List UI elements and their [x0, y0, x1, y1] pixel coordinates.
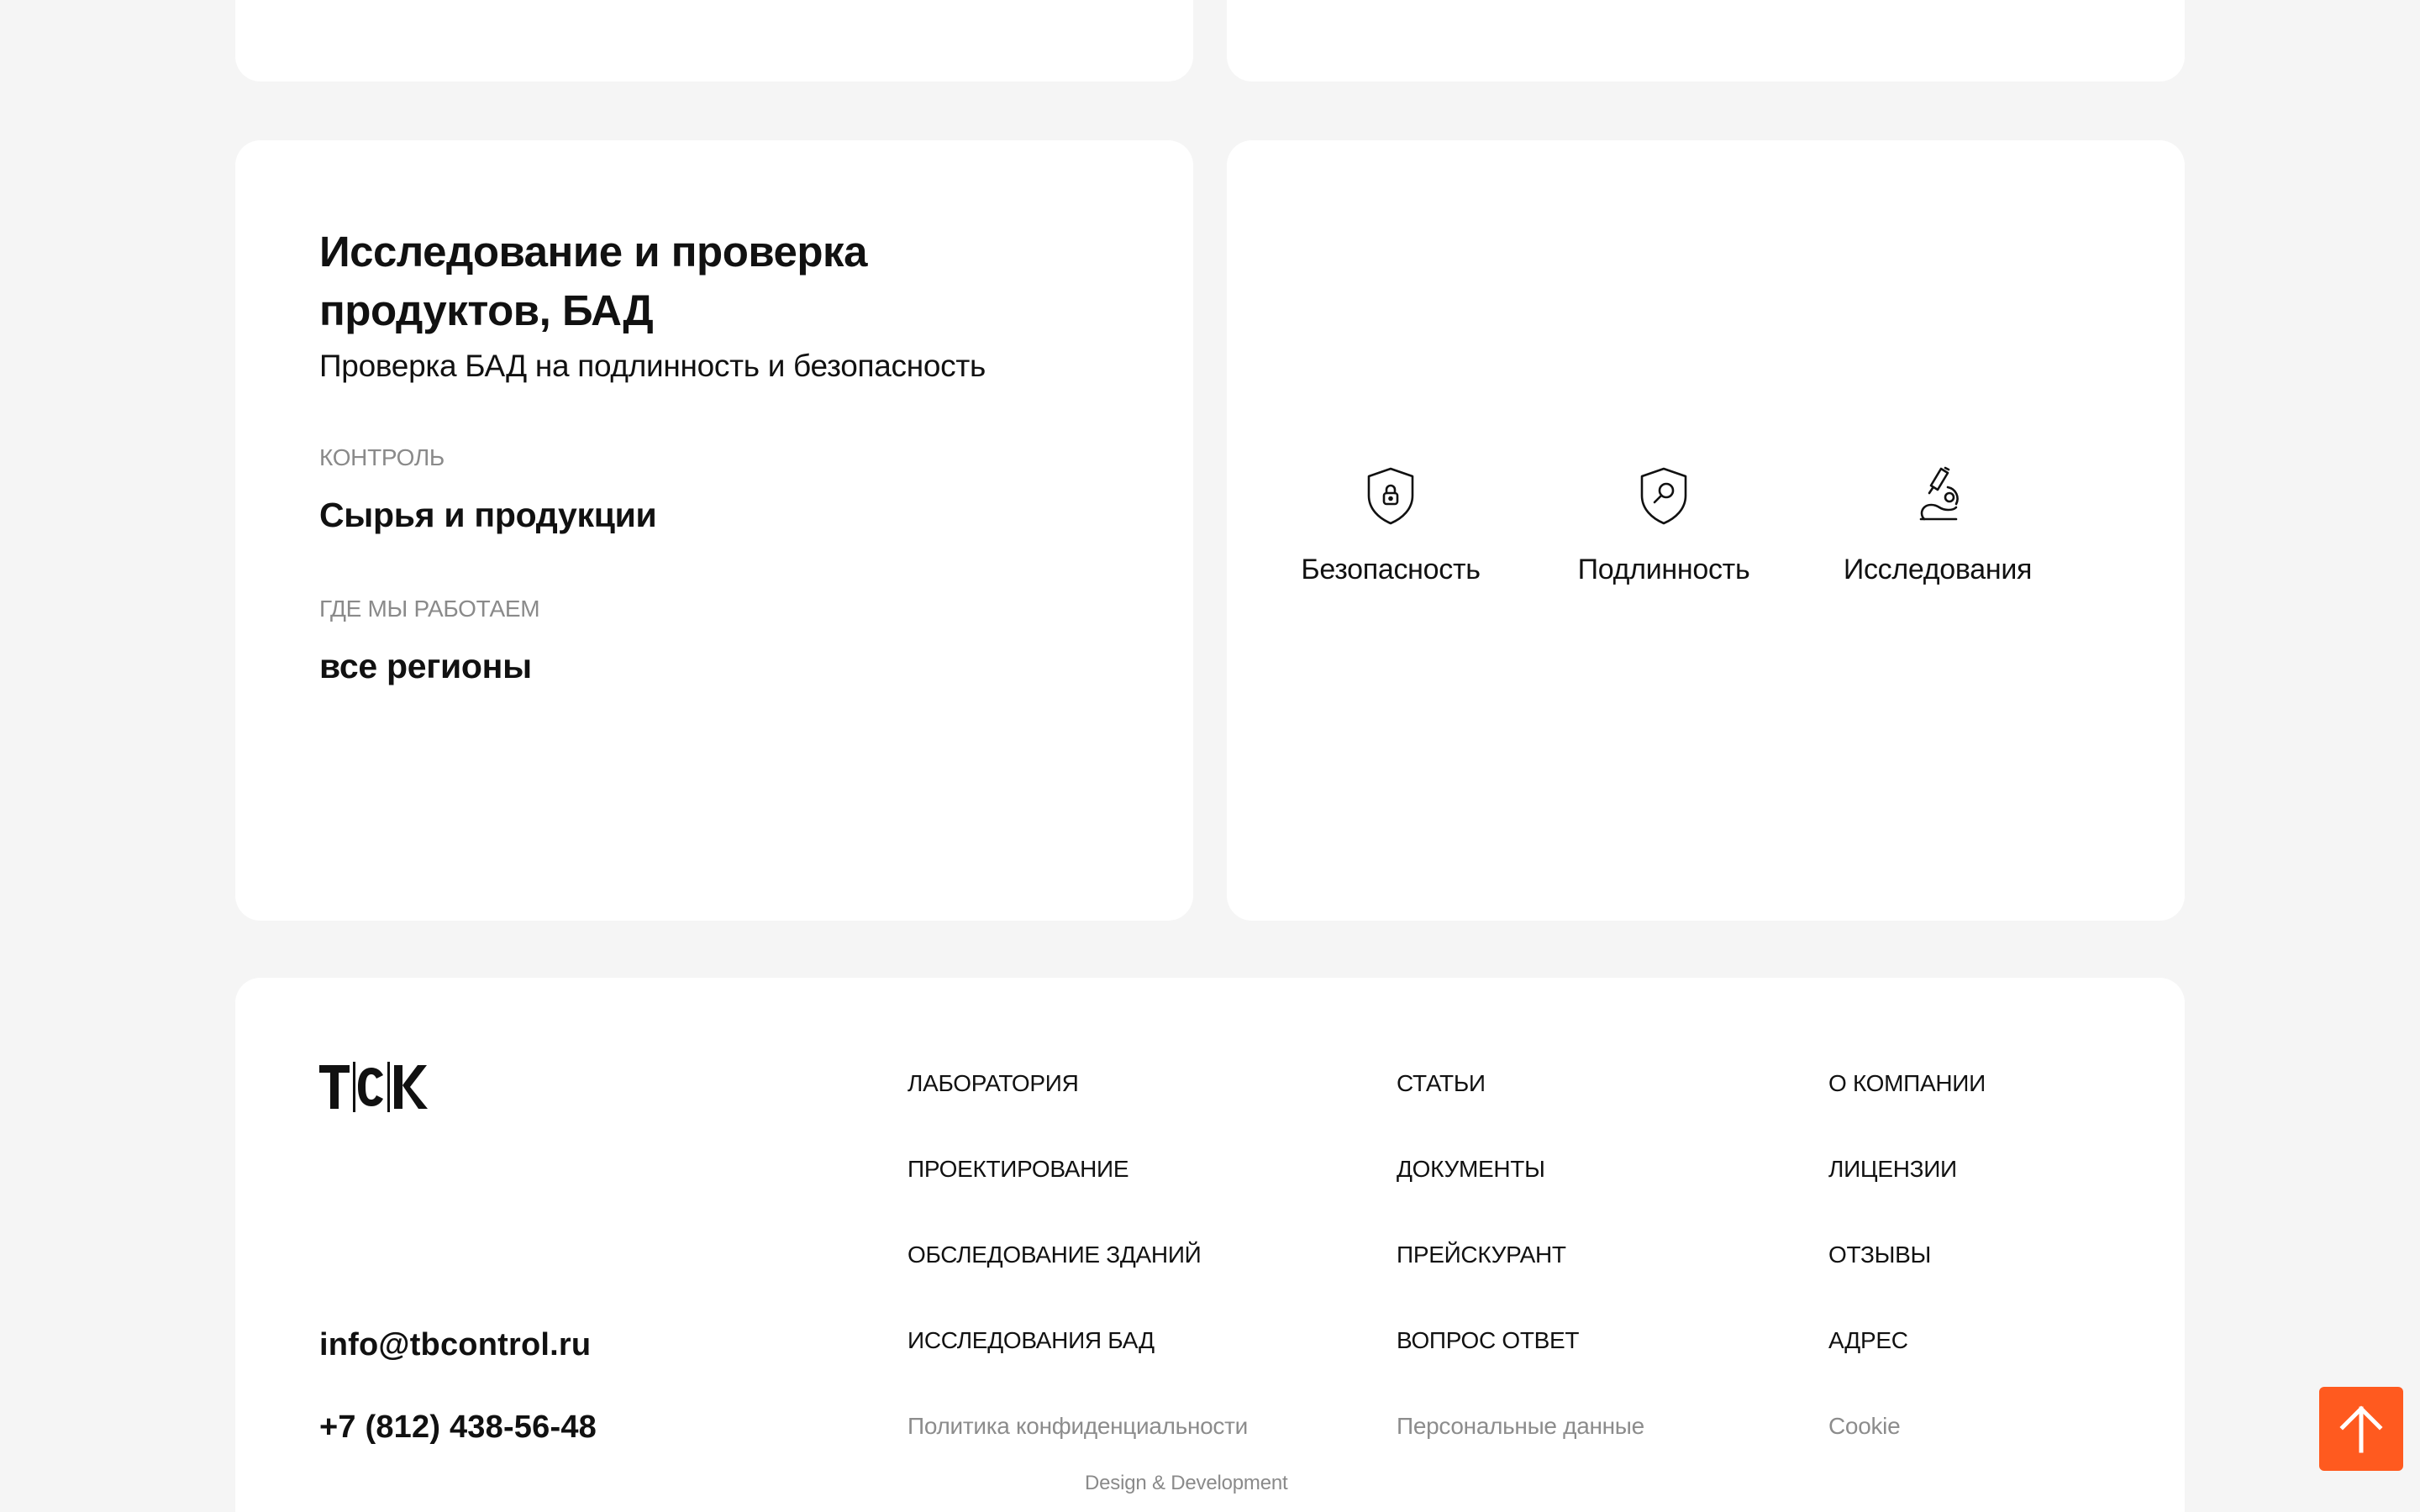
footer-nav-column-2: СТАТЬИ ДОКУМЕНТЫ ПРЕЙСКУРАНТ ВОПРОС ОТВЕ… [1397, 1067, 1644, 1495]
shield-lock-icon [1367, 467, 1414, 525]
microscope-icon [1919, 466, 1959, 521]
feature-label: Исследования [1843, 554, 2033, 585]
feature-label: Подлинность [1577, 554, 1750, 585]
page: Исследование и проверка продуктов, БАД П… [0, 0, 2420, 1512]
card-top-left [235, 0, 1193, 81]
where-label: ГДЕ МЫ РАБОТАЕМ [319, 596, 540, 622]
contact-email[interactable]: info@tbcontrol.ru [319, 1324, 591, 1366]
feature-safety: Безопасность [1265, 462, 1517, 588]
footer-nav-column-1: ЛАБОРАТОРИЯ ПРОЕКТИРОВАНИЕ ОБСЛЕДОВАНИЕ … [908, 1067, 1248, 1495]
nav-link-documents[interactable]: ДОКУМЕНТЫ [1397, 1152, 1644, 1238]
control-label: КОНТРОЛЬ [319, 444, 445, 470]
control-value: Сырья и продукции [319, 496, 657, 534]
scroll-to-top-button[interactable] [2319, 1387, 2403, 1471]
nav-link-laboratory[interactable]: ЛАБОРАТОРИЯ [908, 1067, 1248, 1152]
nav-link-address[interactable]: АДРЕС [1828, 1324, 1986, 1410]
nav-link-supplements-research[interactable]: ИССЛЕДОВАНИЯ БАД [908, 1324, 1248, 1410]
card-top-right [1227, 0, 2185, 81]
company-logo[interactable] [319, 1062, 429, 1112]
features-card: Безопасность Подлинность Исследования [1227, 140, 2185, 921]
nav-link-reviews[interactable]: ОТЗЫВЫ [1828, 1238, 1986, 1324]
personal-data-link[interactable]: Персональные данные [1397, 1410, 1644, 1495]
nav-link-articles[interactable]: СТАТЬИ [1397, 1067, 1644, 1152]
feature-research: Исследования [1812, 462, 2064, 588]
nav-link-licenses[interactable]: ЛИЦЕНЗИИ [1828, 1152, 1986, 1238]
cookie-link[interactable]: Cookie [1828, 1410, 1986, 1495]
footer-nav-column-3: О КОМПАНИИ ЛИЦЕНЗИИ ОТЗЫВЫ АДРЕС Cookie [1828, 1067, 1986, 1495]
feature-authenticity: Подлинность [1538, 462, 1790, 588]
feature-label: Безопасность [1301, 554, 1481, 585]
nav-link-design[interactable]: ПРОЕКТИРОВАНИЕ [908, 1152, 1248, 1238]
footer: info@tbcontrol.ru +7 (812) 438-56-48 ЛАБ… [235, 978, 2185, 1512]
service-title: Исследование и проверка продуктов, БАД [319, 228, 867, 334]
shield-magnifier-icon [1640, 467, 1687, 525]
nav-link-building-survey[interactable]: ОБСЛЕДОВАНИЕ ЗДАНИЙ [908, 1238, 1248, 1324]
service-info-card: Исследование и проверка продуктов, БАД П… [235, 140, 1193, 921]
nav-link-price-list[interactable]: ПРЕЙСКУРАНТ [1397, 1238, 1644, 1324]
nav-link-faq[interactable]: ВОПРОС ОТВЕТ [1397, 1324, 1644, 1410]
service-subtitle: Проверка БАД на подлинность и безопаснос… [319, 349, 986, 383]
contact-phone[interactable]: +7 (812) 438-56-48 [319, 1406, 597, 1448]
arrow-up-icon [2339, 1405, 2383, 1453]
design-credit[interactable]: Design & Development [1085, 1471, 1288, 1496]
where-value: все регионы [319, 647, 532, 685]
nav-link-about[interactable]: О КОМПАНИИ [1828, 1067, 1986, 1152]
